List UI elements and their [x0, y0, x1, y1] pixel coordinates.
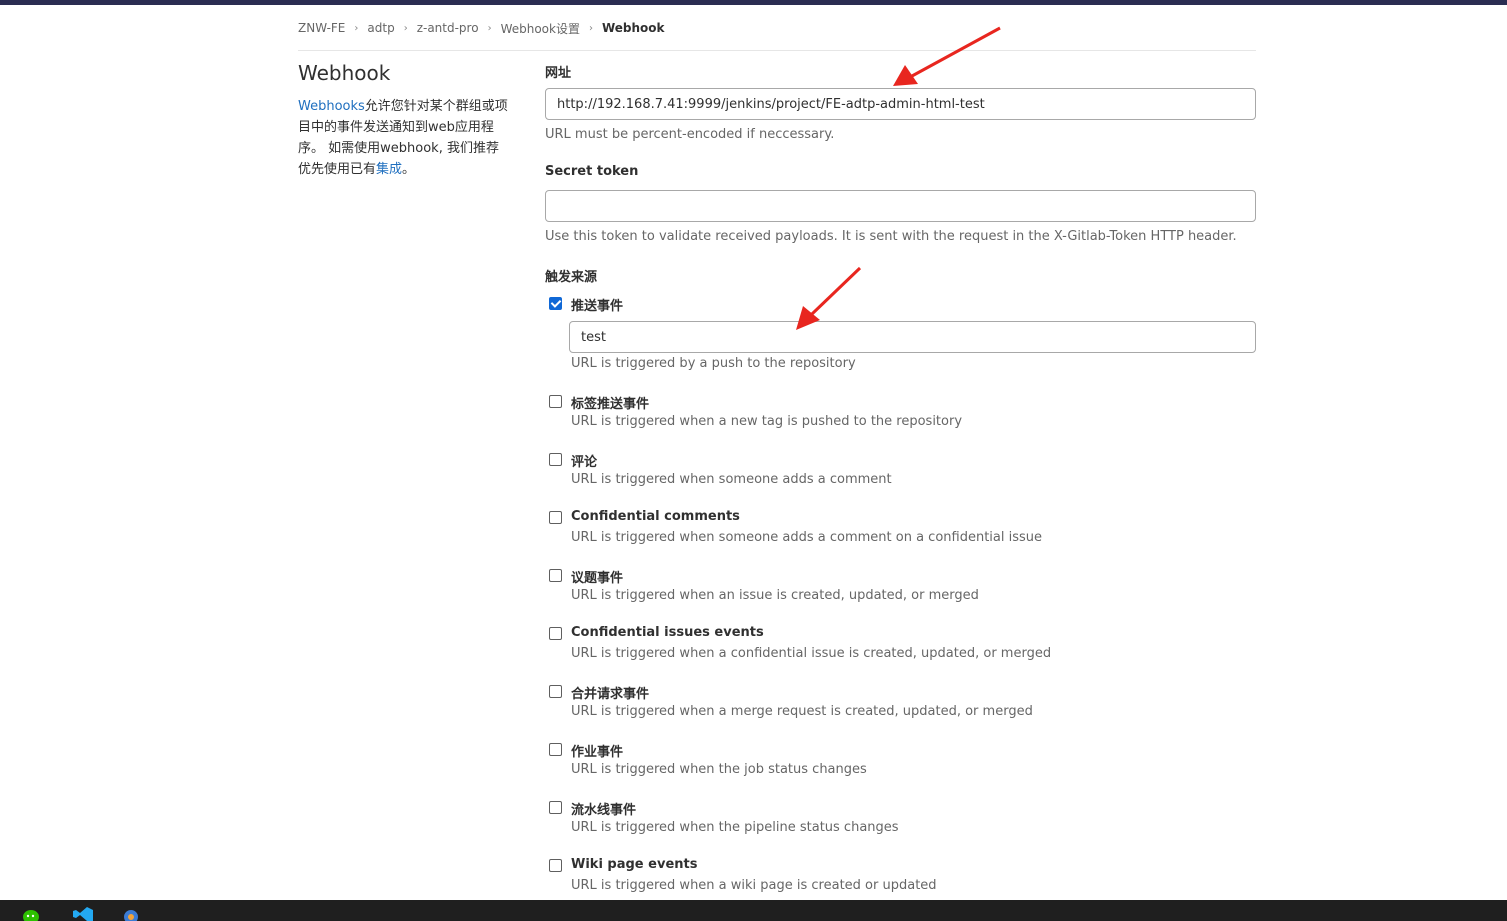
app-icon[interactable]: [121, 906, 141, 921]
confidential-issues-checkbox[interactable]: [549, 627, 562, 640]
secret-token-help: Use this token to validate received payl…: [545, 229, 1237, 244]
pipeline-events-checkbox[interactable]: [549, 801, 562, 814]
confidential-issues-label[interactable]: Confidential issues events: [571, 625, 764, 640]
push-events-checkbox[interactable]: [549, 297, 562, 310]
merge-request-checkbox[interactable]: [549, 685, 562, 698]
integrations-link[interactable]: 集成: [376, 162, 402, 177]
confidential-issues-help: URL is triggered when a confidential iss…: [571, 646, 1052, 661]
secret-token-input[interactable]: [545, 190, 1256, 222]
secret-token-label: Secret token: [545, 164, 639, 179]
branch-filter-input[interactable]: [569, 321, 1256, 353]
breadcrumb-item-group[interactable]: ZNW-FE: [298, 21, 345, 35]
url-label: 网址: [545, 66, 572, 81]
merge-request-label[interactable]: 合并请求事件: [571, 683, 649, 702]
breadcrumb-item-project[interactable]: z-antd-pro: [417, 21, 479, 35]
push-events-label[interactable]: 推送事件: [571, 295, 623, 314]
issues-events-label[interactable]: 议题事件: [571, 567, 623, 586]
confidential-comments-help: URL is triggered when someone adds a com…: [571, 530, 1043, 545]
annotation-arrow-url: [893, 26, 1001, 86]
chevron-right-icon: ›: [403, 22, 408, 34]
job-events-help: URL is triggered when the job status cha…: [571, 762, 867, 777]
issues-events-checkbox[interactable]: [549, 569, 562, 582]
tag-push-checkbox[interactable]: [549, 395, 562, 408]
wiki-events-help: URL is triggered when a wiki page is cre…: [571, 878, 937, 893]
pipeline-events-label[interactable]: 流水线事件: [571, 799, 636, 818]
os-taskbar: [0, 900, 1507, 921]
triggers-heading: 触发来源: [545, 270, 598, 285]
push-events-help: URL is triggered by a push to the reposi…: [571, 356, 856, 371]
url-input[interactable]: [545, 88, 1256, 120]
chevron-right-icon: ›: [588, 22, 593, 34]
job-events-checkbox[interactable]: [549, 743, 562, 756]
confidential-comments-checkbox[interactable]: [549, 511, 562, 524]
wechat-icon[interactable]: [22, 906, 42, 921]
wiki-events-checkbox[interactable]: [549, 859, 562, 872]
breadcrumb-current: Webhook: [601, 21, 665, 35]
pipeline-events-help: URL is triggered when the pipeline statu…: [571, 820, 899, 835]
confidential-comments-label[interactable]: Confidential comments: [571, 509, 740, 524]
chevron-right-icon: ›: [354, 22, 359, 34]
header-divider: [298, 50, 1256, 51]
tag-push-help: URL is triggered when a new tag is pushe…: [571, 414, 963, 429]
top-nav-bar: [0, 0, 1507, 5]
page-title: Webhook: [298, 61, 391, 85]
breadcrumb-item-subgroup[interactable]: adtp: [367, 21, 394, 35]
tag-push-label[interactable]: 标签推送事件: [571, 393, 649, 412]
job-events-label[interactable]: 作业事件: [571, 741, 623, 760]
breadcrumb: ZNW-FE › adtp › z-antd-pro › Webhook设置 ›…: [298, 19, 665, 37]
webhooks-doc-link[interactable]: Webhooks: [298, 99, 365, 114]
issues-events-help: URL is triggered when an issue is create…: [571, 588, 979, 603]
comments-checkbox[interactable]: [549, 453, 562, 466]
comments-help: URL is triggered when someone adds a com…: [571, 472, 892, 487]
chevron-right-icon: ›: [487, 22, 492, 34]
url-help: URL must be percent-encoded if neccessar…: [545, 127, 835, 142]
breadcrumb-item-settings[interactable]: Webhook设置: [501, 20, 580, 37]
merge-request-help: URL is triggered when a merge request is…: [571, 704, 1033, 719]
settings-sidebar: Webhook Webhooks允许您针对某个群组或项目中的事件发送通知到web…: [298, 58, 510, 180]
comments-label[interactable]: 评论: [571, 451, 597, 470]
description-end: 。: [402, 162, 416, 177]
wiki-events-label[interactable]: Wiki page events: [571, 857, 697, 872]
page-description: Webhooks允许您针对某个群组或项目中的事件发送通知到web应用程序。 如需…: [298, 96, 510, 180]
vscode-icon[interactable]: [73, 906, 93, 921]
